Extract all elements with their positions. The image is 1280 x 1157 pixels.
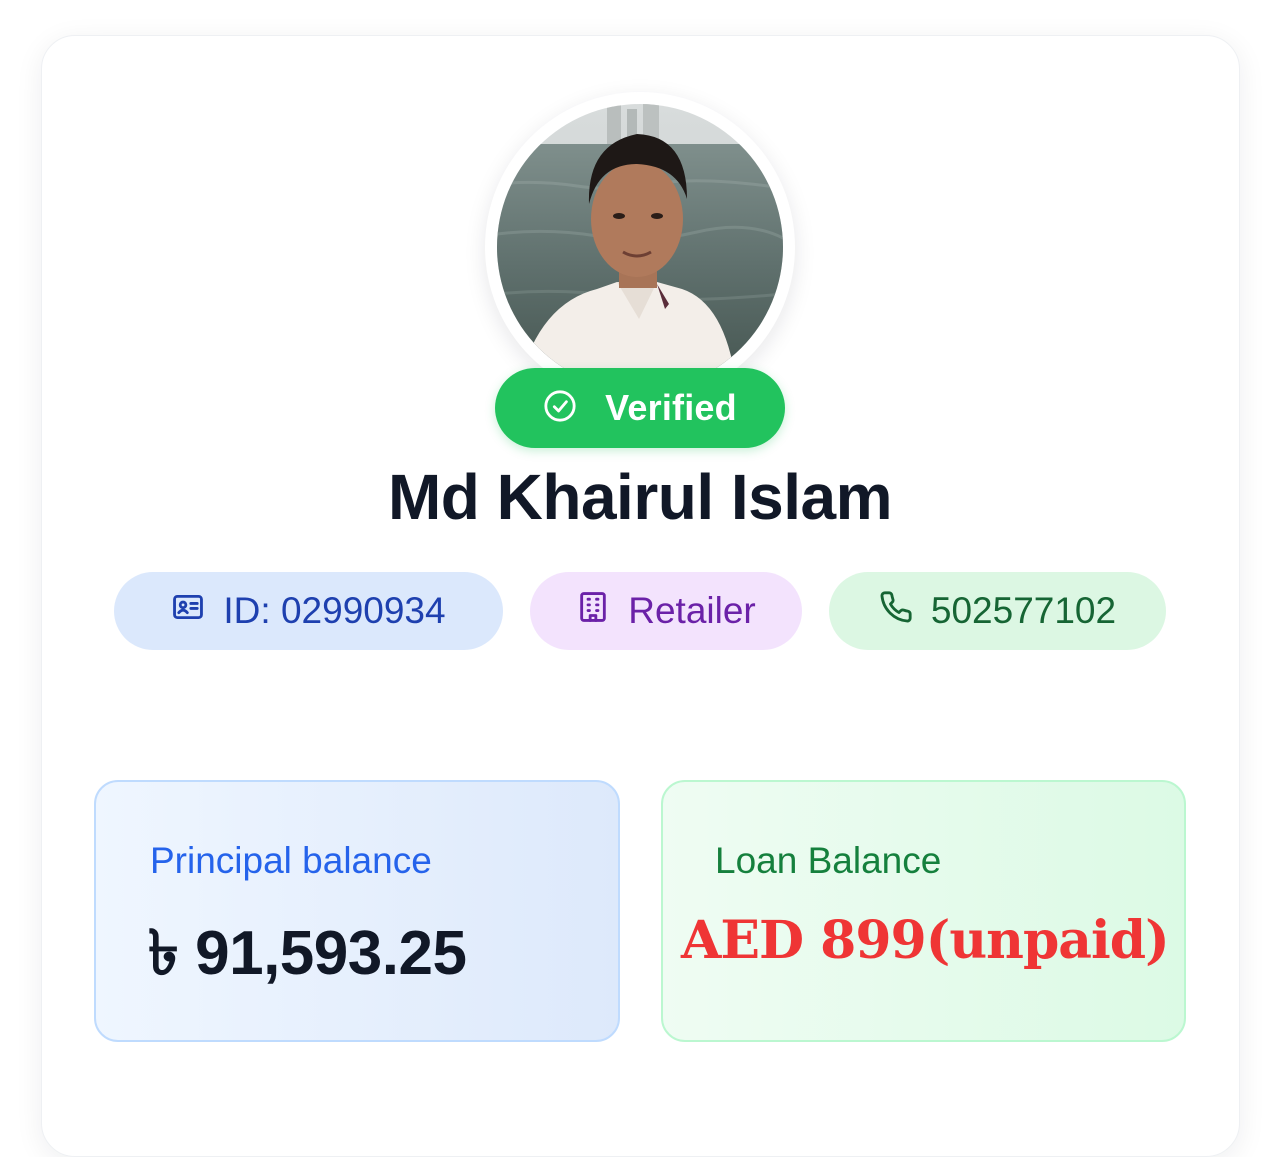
check-circle-icon (543, 389, 577, 428)
principal-balance-label: Principal balance (150, 840, 432, 881)
role-chip-label: Retailer (628, 590, 756, 631)
verified-badge: Verified (495, 368, 785, 448)
loan-balance-card: Loan Balance AED 899(unpaid) (661, 780, 1186, 1042)
principal-balance-value: ৳ 91,593.25 (148, 919, 467, 988)
loan-balance-label: Loan Balance (715, 840, 942, 881)
id-chip-label: ID: 02990934 (223, 590, 446, 631)
phone-icon (879, 590, 913, 633)
loan-balance-value: AED 899(unpaid) (681, 910, 1170, 971)
id-chip[interactable]: ID: 02990934 (114, 572, 503, 650)
role-chip[interactable]: Retailer (530, 572, 802, 650)
principal-balance-card: Principal balance ৳ 91,593.25 (94, 780, 620, 1042)
id-card-icon (171, 590, 205, 633)
building-icon (576, 590, 610, 633)
verified-label: Verified (605, 387, 737, 428)
phone-chip-label: 502577102 (930, 590, 1117, 631)
phone-chip[interactable]: 502577102 (829, 572, 1166, 650)
profile-name: Md Khairul Islam (387, 461, 893, 533)
avatar[interactable] (497, 104, 783, 390)
avatar-frame (485, 92, 795, 402)
